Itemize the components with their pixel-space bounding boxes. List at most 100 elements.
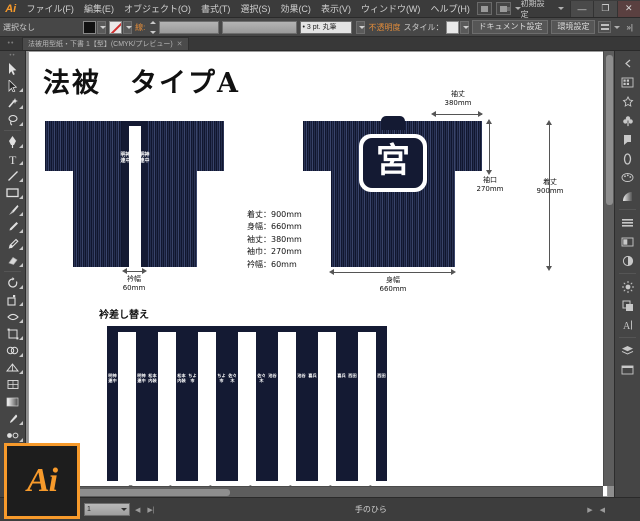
layers-panel-icon[interactable] <box>616 341 640 360</box>
stroke-weight-stepper[interactable] <box>149 20 156 34</box>
workspace-chevron-down-icon[interactable] <box>557 7 564 10</box>
spec-line-sleeve-length: 袖丈：380mm <box>247 234 302 244</box>
fill-swatch[interactable] <box>83 20 97 34</box>
gradient-tool[interactable] <box>1 393 25 410</box>
minimize-button[interactable]: — <box>569 0 594 17</box>
artboards-panel-icon[interactable] <box>616 360 640 379</box>
eraser-tool[interactable] <box>1 252 25 269</box>
menu-window[interactable]: ウィンドウ(W) <box>356 0 426 18</box>
color-panel-icon[interactable] <box>616 73 640 92</box>
preferences-button[interactable]: 環境設定 <box>551 20 596 34</box>
tab-bar-grip[interactable]: •• <box>0 36 22 50</box>
style-label: スタイル： <box>403 22 444 32</box>
vertical-scrollbar-thumb[interactable] <box>606 55 613 205</box>
graphic-style-dropdown-icon[interactable] <box>460 20 470 34</box>
body-width-name: 身幅 <box>386 276 400 284</box>
eyedropper-tool[interactable] <box>1 410 25 427</box>
workspace-switcher-icon[interactable] <box>494 2 521 15</box>
document-setup-button[interactable]: ドキュメント設定 <box>472 20 549 34</box>
vertical-scrollbar[interactable] <box>603 51 614 486</box>
stroke-dropdown-icon[interactable] <box>123 20 133 34</box>
dock-collapse-icon[interactable] <box>616 54 640 73</box>
selection-tool[interactable] <box>1 60 25 77</box>
menu-help[interactable]: ヘルプ(H) <box>425 0 475 18</box>
zoom-level-select[interactable]: 1 <box>84 503 130 516</box>
brush-definition-select[interactable]: • 3 pt. 丸筆 <box>299 20 353 34</box>
menu-object[interactable]: オブジェクト(O) <box>119 0 196 18</box>
free-transform-tool[interactable] <box>1 325 25 342</box>
stroke-color-control[interactable] <box>109 20 133 34</box>
color-guide-panel-icon[interactable] <box>616 92 640 111</box>
lasso-tool[interactable] <box>1 111 25 128</box>
front-collar-left-text: 明神 連中 <box>120 152 131 164</box>
tools-panel-grip[interactable]: •• <box>0 53 25 60</box>
workspace-name[interactable]: 初期設定 <box>521 0 552 20</box>
pen-tool[interactable] <box>1 133 25 150</box>
panel-dock: A <box>614 51 640 497</box>
line-segment-tool[interactable] <box>1 167 25 184</box>
gradient-panel-icon[interactable] <box>616 187 640 206</box>
menu-edit[interactable]: 編集(E) <box>79 0 119 18</box>
blob-brush-tool[interactable] <box>1 235 25 252</box>
symbols-panel-icon[interactable] <box>616 130 640 149</box>
align-options-icon[interactable] <box>598 21 621 33</box>
close-button[interactable]: ✕ <box>616 0 640 17</box>
body-length-dim-line <box>549 124 550 267</box>
horizontal-scrollbar[interactable] <box>26 486 603 497</box>
paintbrush-tool[interactable] <box>1 201 25 218</box>
illustrator-window: Ai ファイル(F) 編集(E) オブジェクト(O) 書式(T) 選択(S) 効… <box>0 0 640 521</box>
transparency-panel-icon[interactable] <box>616 251 640 270</box>
artboard[interactable]: 法被 タイプA 明神 連中 明神 連中 衿幅 60mm 着丈：900mm 身幅：… <box>28 51 608 497</box>
scale-tool[interactable] <box>1 291 25 308</box>
bridge-icon[interactable] <box>476 2 492 15</box>
magic-wand-tool[interactable] <box>1 94 25 111</box>
blend-tool[interactable] <box>1 427 25 444</box>
opacity-label[interactable]: 不透明度 <box>368 22 400 33</box>
pencil-tool[interactable] <box>1 218 25 235</box>
body-length-dim-label: 着丈 900mm <box>525 178 575 196</box>
mesh-tool[interactable] <box>1 376 25 393</box>
current-tool-status: 手のひら <box>354 505 387 514</box>
shape-builder-tool[interactable] <box>1 342 25 359</box>
type-tool[interactable]: T <box>1 150 25 167</box>
control-bar-overflow-icon[interactable]: »| <box>626 23 637 32</box>
direct-selection-tool[interactable] <box>1 77 25 94</box>
swatches-panel-icon[interactable] <box>616 168 640 187</box>
control-bar: 選択なし 線: • 3 pt. 丸筆 不透明度 スタイル： ドキュメント設定 環… <box>0 18 640 37</box>
menu-file[interactable]: ファイル(F) <box>21 0 79 18</box>
stroke-weight-input[interactable] <box>159 20 219 34</box>
menu-type[interactable]: 書式(T) <box>196 0 236 18</box>
appearance-panel-icon[interactable] <box>616 213 640 232</box>
front-neck-band <box>122 121 148 126</box>
character-panel-icon[interactable]: A <box>616 315 640 334</box>
next-artboard-icon[interactable]: ▶| <box>145 506 156 514</box>
brush-definition-dropdown-icon[interactable] <box>356 20 366 34</box>
width-tool[interactable] <box>1 308 25 325</box>
document-tab[interactable]: 法被用型紙・下書 1【型】(CMYK/プレビュー) ✕ <box>22 37 189 50</box>
fill-dropdown-icon[interactable] <box>97 20 107 34</box>
fill-color-control[interactable] <box>83 20 107 34</box>
perspective-grid-tool[interactable] <box>1 359 25 376</box>
maximize-button[interactable]: ❐ <box>593 0 617 17</box>
rectangle-tool[interactable] <box>1 184 25 201</box>
graphic-style-control[interactable] <box>446 20 470 34</box>
stroke-profile-select[interactable] <box>221 20 297 34</box>
stroke-weight-label[interactable]: 線: <box>135 22 145 33</box>
stroke-swatch-none[interactable] <box>109 20 123 34</box>
menu-select[interactable]: 選択(S) <box>235 0 275 18</box>
status-menu-icon[interactable]: ▶ <box>585 506 594 514</box>
flare-panel-icon[interactable] <box>616 277 640 296</box>
prev-artboard-icon[interactable]: ◀ <box>133 506 142 514</box>
status-collapse-icon[interactable]: ◀ <box>598 506 607 514</box>
canvas-area[interactable]: 法被 タイプA 明神 連中 明神 連中 衿幅 60mm 着丈：900mm 身幅：… <box>26 51 614 497</box>
pathfinder-panel-icon[interactable] <box>616 296 640 315</box>
app-logo-icon: Ai <box>5 2 17 15</box>
stroke-panel-icon[interactable] <box>616 149 640 168</box>
menu-effect[interactable]: 効果(C) <box>275 0 316 18</box>
graphic-style-swatch[interactable] <box>446 20 460 34</box>
document-tab-close-icon[interactable]: ✕ <box>177 40 183 48</box>
graphic-styles-panel-icon[interactable] <box>616 232 640 251</box>
brushes-panel-icon[interactable] <box>616 111 640 130</box>
menu-view[interactable]: 表示(V) <box>316 0 356 18</box>
rotate-tool[interactable] <box>1 274 25 291</box>
